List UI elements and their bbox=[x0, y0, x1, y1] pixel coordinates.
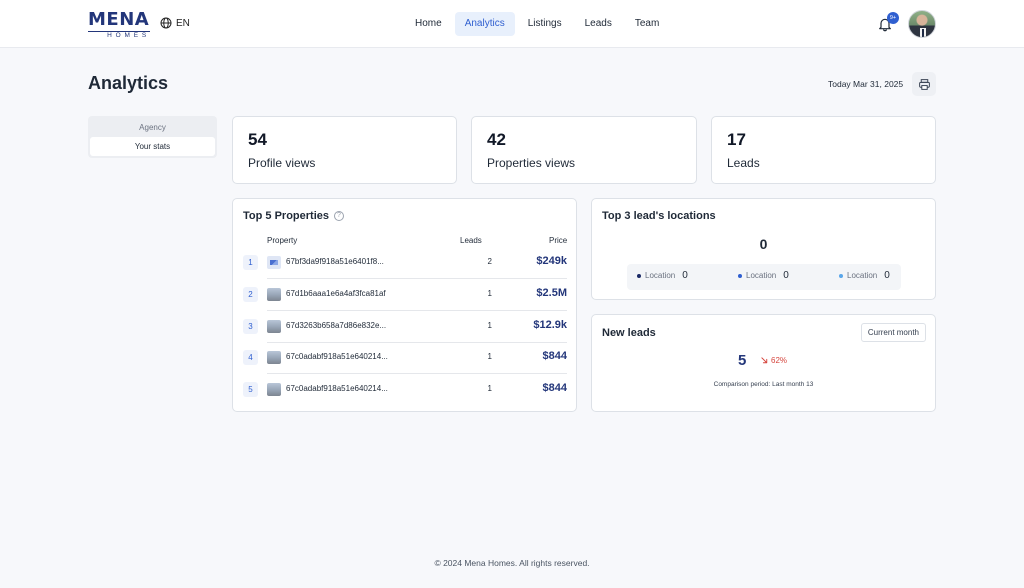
new-leads-card: New leads Current month 5 62% Comparison… bbox=[591, 314, 936, 412]
lead-locations-card: Top 3 lead's locations 0 Location 0 Loca… bbox=[591, 198, 936, 300]
nav-team[interactable]: Team bbox=[625, 12, 669, 36]
stat-value: 54 bbox=[248, 130, 267, 149]
period-select-button[interactable]: Current month bbox=[860, 323, 926, 342]
new-leads-title: New leads bbox=[602, 327, 656, 339]
property-price: $12.9k bbox=[533, 319, 567, 331]
property-price: $844 bbox=[542, 350, 567, 362]
new-leads-value: 5 bbox=[738, 352, 747, 369]
property-price: $249k bbox=[536, 255, 567, 267]
property-thumbnail bbox=[267, 351, 281, 364]
property-leads: 2 bbox=[487, 257, 492, 266]
rank-badge: 4 bbox=[243, 350, 258, 365]
property-leads: 1 bbox=[487, 352, 492, 361]
column-header-leads: Leads bbox=[460, 236, 482, 245]
notification-badge: 9+ bbox=[887, 12, 899, 24]
page-title: Analytics bbox=[88, 73, 169, 93]
rank-badge: 1 bbox=[243, 255, 258, 270]
top-properties-card: Top 5 Properties ? Property Leads Price … bbox=[232, 198, 577, 412]
location-dot bbox=[839, 273, 843, 278]
location-item: Location 0 bbox=[839, 270, 890, 281]
rank-badge: 3 bbox=[243, 319, 258, 334]
lead-locations-legend: Location 0 Location 0 Location 0 bbox=[627, 264, 901, 290]
location-dot bbox=[637, 273, 641, 278]
arrow-down-right-icon bbox=[761, 357, 768, 364]
property-thumbnail bbox=[267, 383, 281, 396]
property-leads: 1 bbox=[487, 384, 492, 393]
brand-name: MENA bbox=[88, 9, 150, 30]
location-dot bbox=[738, 273, 742, 278]
lead-locations-title: Top 3 lead's locations bbox=[602, 210, 716, 222]
main-nav: Home Analytics Listings Leads Team bbox=[405, 12, 672, 36]
scope-your-stats[interactable]: Your stats bbox=[90, 137, 215, 156]
scope-toggle: Agency Your stats bbox=[88, 116, 217, 158]
comparison-period: Comparison period: Last month 13 bbox=[713, 381, 814, 388]
image-placeholder-icon bbox=[267, 256, 281, 269]
language-label: EN bbox=[176, 17, 190, 29]
nav-home[interactable]: Home bbox=[405, 12, 452, 36]
today-date: Today Mar 31, 2025 bbox=[828, 79, 904, 89]
table-row[interactable]: 1 67bf3da9f918a51e6401f8... 2 $249k bbox=[242, 247, 567, 279]
property-price: $2.5M bbox=[536, 287, 567, 299]
nav-analytics[interactable]: Analytics bbox=[454, 12, 515, 36]
user-avatar[interactable] bbox=[908, 10, 936, 38]
nav-leads[interactable]: Leads bbox=[575, 12, 622, 36]
language-selector[interactable]: EN bbox=[160, 17, 190, 29]
column-header-property: Property bbox=[267, 236, 298, 245]
nav-listings[interactable]: Listings bbox=[518, 12, 572, 36]
rank-badge: 2 bbox=[243, 287, 258, 302]
footer-copyright: © 2024 Mena Homes. All rights reserved. bbox=[434, 558, 590, 568]
stat-label: Leads bbox=[727, 156, 760, 170]
property-id: 67c0adabf918a51e640214... bbox=[286, 384, 388, 393]
stat-label: Profile views bbox=[248, 156, 316, 170]
stat-value: 17 bbox=[727, 130, 746, 149]
stat-label: Properties views bbox=[487, 156, 576, 170]
trend-indicator: 62% bbox=[760, 356, 787, 365]
location-item: Location 0 bbox=[738, 270, 789, 281]
table-row[interactable]: 3 67d3263b658a7d86e832e... 1 $12.9k bbox=[242, 311, 567, 343]
property-id: 67bf3da9f918a51e6401f8... bbox=[286, 257, 384, 266]
scope-agency[interactable]: Agency bbox=[90, 118, 215, 137]
trend-value: 62% bbox=[771, 356, 788, 365]
top-properties-title: Top 5 Properties ? bbox=[243, 210, 344, 222]
top-header: MENA HOMES EN Home Analytics Listings Le… bbox=[0, 0, 1024, 48]
property-id: 67c0adabf918a51e640214... bbox=[286, 352, 388, 361]
location-item: Location 0 bbox=[637, 270, 688, 281]
rank-badge: 5 bbox=[243, 382, 258, 397]
property-id: 67d1b6aaa1e6a4af3fca81af bbox=[286, 289, 386, 298]
stat-card-profile-views: 54 Profile views bbox=[232, 116, 457, 184]
stat-value: 42 bbox=[487, 130, 506, 149]
print-button[interactable] bbox=[912, 72, 936, 96]
property-thumbnail bbox=[267, 320, 281, 333]
stat-card-properties-views: 42 Properties views bbox=[471, 116, 697, 184]
lead-locations-total: 0 bbox=[759, 236, 768, 252]
help-icon[interactable]: ? bbox=[333, 211, 344, 221]
property-id: 67d3263b658a7d86e832e... bbox=[286, 321, 387, 330]
table-row[interactable]: 5 67c0adabf918a51e640214... 1 $844 bbox=[242, 374, 567, 406]
printer-icon bbox=[918, 78, 930, 90]
property-thumbnail bbox=[267, 288, 281, 301]
globe-icon bbox=[160, 17, 172, 29]
column-header-price: Price bbox=[549, 236, 568, 245]
property-leads: 1 bbox=[487, 289, 492, 298]
property-price: $844 bbox=[542, 382, 567, 394]
property-leads: 1 bbox=[487, 321, 492, 330]
table-row[interactable]: 4 67c0adabf918a51e640214... 1 $844 bbox=[242, 342, 567, 374]
stat-card-leads: 17 Leads bbox=[711, 116, 936, 184]
table-row[interactable]: 2 67d1b6aaa1e6a4af3fca81af 1 $2.5M bbox=[242, 279, 567, 311]
brand-subtitle: HOMES bbox=[107, 32, 150, 39]
brand-logo[interactable]: MENA HOMES bbox=[88, 9, 150, 39]
